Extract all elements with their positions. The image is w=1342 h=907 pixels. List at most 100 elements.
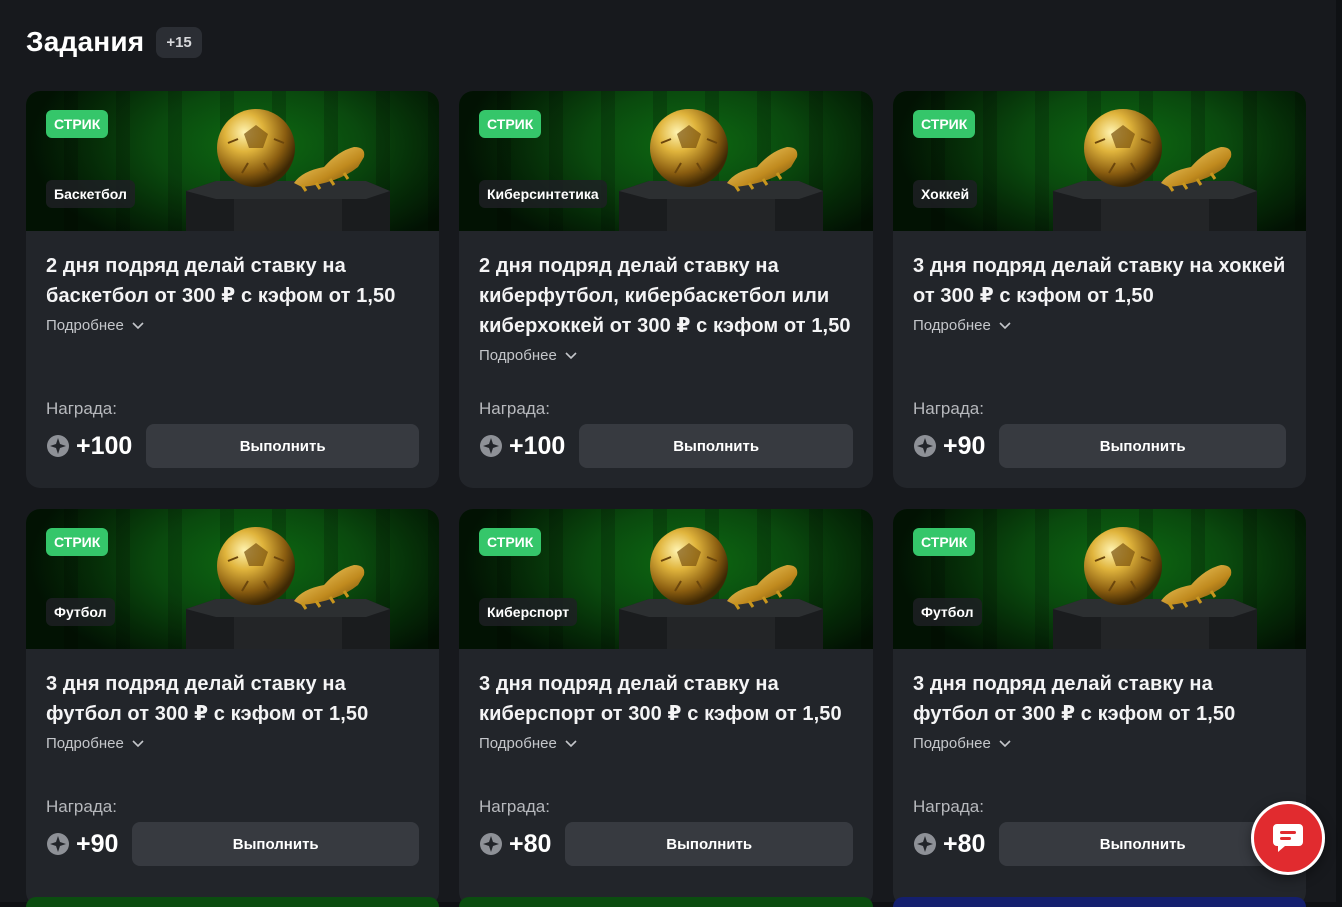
tasks-count-badge: +15: [156, 26, 202, 58]
task-body: 2 дня подряд делай ставку на киберфутбол…: [459, 231, 873, 488]
reward-amount: +100: [479, 432, 565, 461]
complete-task-button[interactable]: Выполнить: [146, 424, 419, 468]
task-banner: СТРИК Баскетбол: [26, 91, 439, 231]
complete-task-button[interactable]: Выполнить: [565, 822, 853, 866]
task-banner: СТРИК Киберсинтетика: [459, 91, 873, 231]
streak-badge: СТРИК: [46, 110, 109, 138]
task-card: СТРИК Киберспорт 3 дня подряд делай став…: [459, 509, 873, 906]
details-label: Подробнее: [913, 317, 991, 334]
task-card: СТРИК Киберсинтетика 2 дня подряд делай …: [459, 91, 873, 488]
streak-badge: СТРИК: [913, 110, 976, 138]
tasks-grid: СТРИК Баскетбол 2 дня подряд делай ставк…: [26, 91, 1306, 906]
reward-row: +80 Выполнить: [913, 822, 1286, 866]
task-body: 3 дня подряд делай ставку на футбол от 3…: [26, 649, 439, 906]
reward-amount: +80: [479, 830, 551, 859]
streak-badge: СТРИК: [913, 528, 976, 556]
reward-amount: +100: [46, 432, 132, 461]
reward-value: +100: [76, 431, 133, 460]
complete-task-button[interactable]: Выполнить: [132, 822, 419, 866]
details-label: Подробнее: [913, 735, 991, 752]
bonus-coin-icon: [47, 833, 69, 855]
chevron-down-icon: [565, 739, 577, 747]
page-title: Задания: [26, 26, 145, 57]
next-card-preview: [459, 897, 873, 907]
streak-badge: СТРИК: [46, 528, 109, 556]
tasks-panel: Задания +15 СТРИК Баскетбол 2 дня подряд…: [0, 0, 1336, 907]
task-body: 3 дня подряд делай ставку на хоккей от 3…: [893, 231, 1306, 488]
task-description: 2 дня подряд делай ставку на баскетбол о…: [46, 255, 396, 307]
sport-badge: Футбол: [913, 598, 982, 626]
task-description: 3 дня подряд делай ставку на футбол от 3…: [46, 673, 369, 725]
golden-ball-trophy-image: [1053, 109, 1257, 231]
details-label: Подробнее: [46, 735, 124, 752]
task-card: СТРИК Хоккей 3 дня подряд делай ставку н…: [893, 91, 1306, 488]
reward-label: Награда:: [479, 797, 550, 816]
reward-label: Награда:: [46, 399, 117, 418]
task-banner: СТРИК Футбол: [893, 509, 1306, 649]
streak-badge: СТРИК: [479, 110, 542, 138]
sport-badge: Киберспорт: [479, 598, 578, 626]
reward-row: +100 Выполнить: [479, 424, 853, 468]
details-label: Подробнее: [479, 347, 557, 364]
reward-label: Награда:: [46, 797, 117, 816]
reward-row: +90 Выполнить: [46, 822, 419, 866]
details-toggle[interactable]: Подробнее: [913, 735, 1011, 752]
reward-value: +90: [943, 431, 986, 460]
reward-label: Награда:: [479, 399, 550, 418]
chevron-down-icon: [132, 739, 144, 747]
reward-label: Награда:: [913, 797, 984, 816]
golden-ball-trophy-image: [1053, 527, 1257, 649]
reward-row: +100 Выполнить: [46, 424, 419, 468]
task-body: 3 дня подряд делай ставку на футбол от 3…: [893, 649, 1306, 906]
chevron-down-icon: [999, 321, 1011, 329]
reward-amount: +80: [913, 830, 985, 859]
reward-value: +80: [509, 829, 552, 858]
task-card: СТРИК Футбол 3 дня подряд делай ставку н…: [26, 509, 439, 906]
task-body: 2 дня подряд делай ставку на баскетбол о…: [26, 231, 439, 488]
reward-row: +90 Выполнить: [913, 424, 1286, 468]
golden-ball-trophy-image: [619, 527, 823, 649]
task-body: 3 дня подряд делай ставку на киберспорт …: [459, 649, 873, 906]
reward-row: +80 Выполнить: [479, 822, 853, 866]
details-toggle[interactable]: Подробнее: [479, 347, 577, 364]
task-banner: СТРИК Киберспорт: [459, 509, 873, 649]
chevron-down-icon: [565, 351, 577, 359]
next-card-preview: [893, 897, 1306, 907]
sport-badge: Киберсинтетика: [479, 180, 607, 208]
complete-task-button[interactable]: Выполнить: [999, 822, 1286, 866]
task-description: 3 дня подряд делай ставку на киберспорт …: [479, 673, 842, 725]
golden-ball-trophy-image: [186, 527, 390, 649]
details-label: Подробнее: [46, 317, 124, 334]
task-card: СТРИК Футбол 3 дня подряд делай ставку н…: [893, 509, 1306, 906]
next-card-preview: [26, 897, 439, 907]
complete-task-button[interactable]: Выполнить: [579, 424, 853, 468]
golden-ball-trophy-image: [186, 109, 390, 231]
bonus-coin-icon: [480, 435, 502, 457]
bonus-coin-icon: [480, 833, 502, 855]
reward-amount: +90: [46, 830, 118, 859]
complete-task-button[interactable]: Выполнить: [999, 424, 1286, 468]
details-toggle[interactable]: Подробнее: [479, 735, 577, 752]
task-banner: СТРИК Хоккей: [893, 91, 1306, 231]
sport-badge: Баскетбол: [46, 180, 135, 208]
details-toggle[interactable]: Подробнее: [913, 317, 1011, 334]
reward-amount: +90: [913, 432, 985, 461]
chat-button[interactable]: [1251, 801, 1325, 875]
task-description: 2 дня подряд делай ставку на киберфутбол…: [479, 255, 851, 337]
reward-label: Награда:: [913, 399, 984, 418]
bonus-coin-icon: [47, 435, 69, 457]
reward-value: +100: [509, 431, 566, 460]
sport-badge: Футбол: [46, 598, 115, 626]
task-card: СТРИК Баскетбол 2 дня подряд делай ставк…: [26, 91, 439, 488]
details-toggle[interactable]: Подробнее: [46, 735, 144, 752]
chevron-down-icon: [132, 321, 144, 329]
reward-value: +80: [943, 829, 986, 858]
reward-value: +90: [76, 829, 119, 858]
details-toggle[interactable]: Подробнее: [46, 317, 144, 334]
sport-badge: Хоккей: [913, 180, 978, 208]
streak-badge: СТРИК: [479, 528, 542, 556]
bonus-coin-icon: [914, 833, 936, 855]
chevron-down-icon: [999, 739, 1011, 747]
task-description: 3 дня подряд делай ставку на хоккей от 3…: [913, 255, 1286, 307]
golden-ball-trophy-image: [619, 109, 823, 231]
